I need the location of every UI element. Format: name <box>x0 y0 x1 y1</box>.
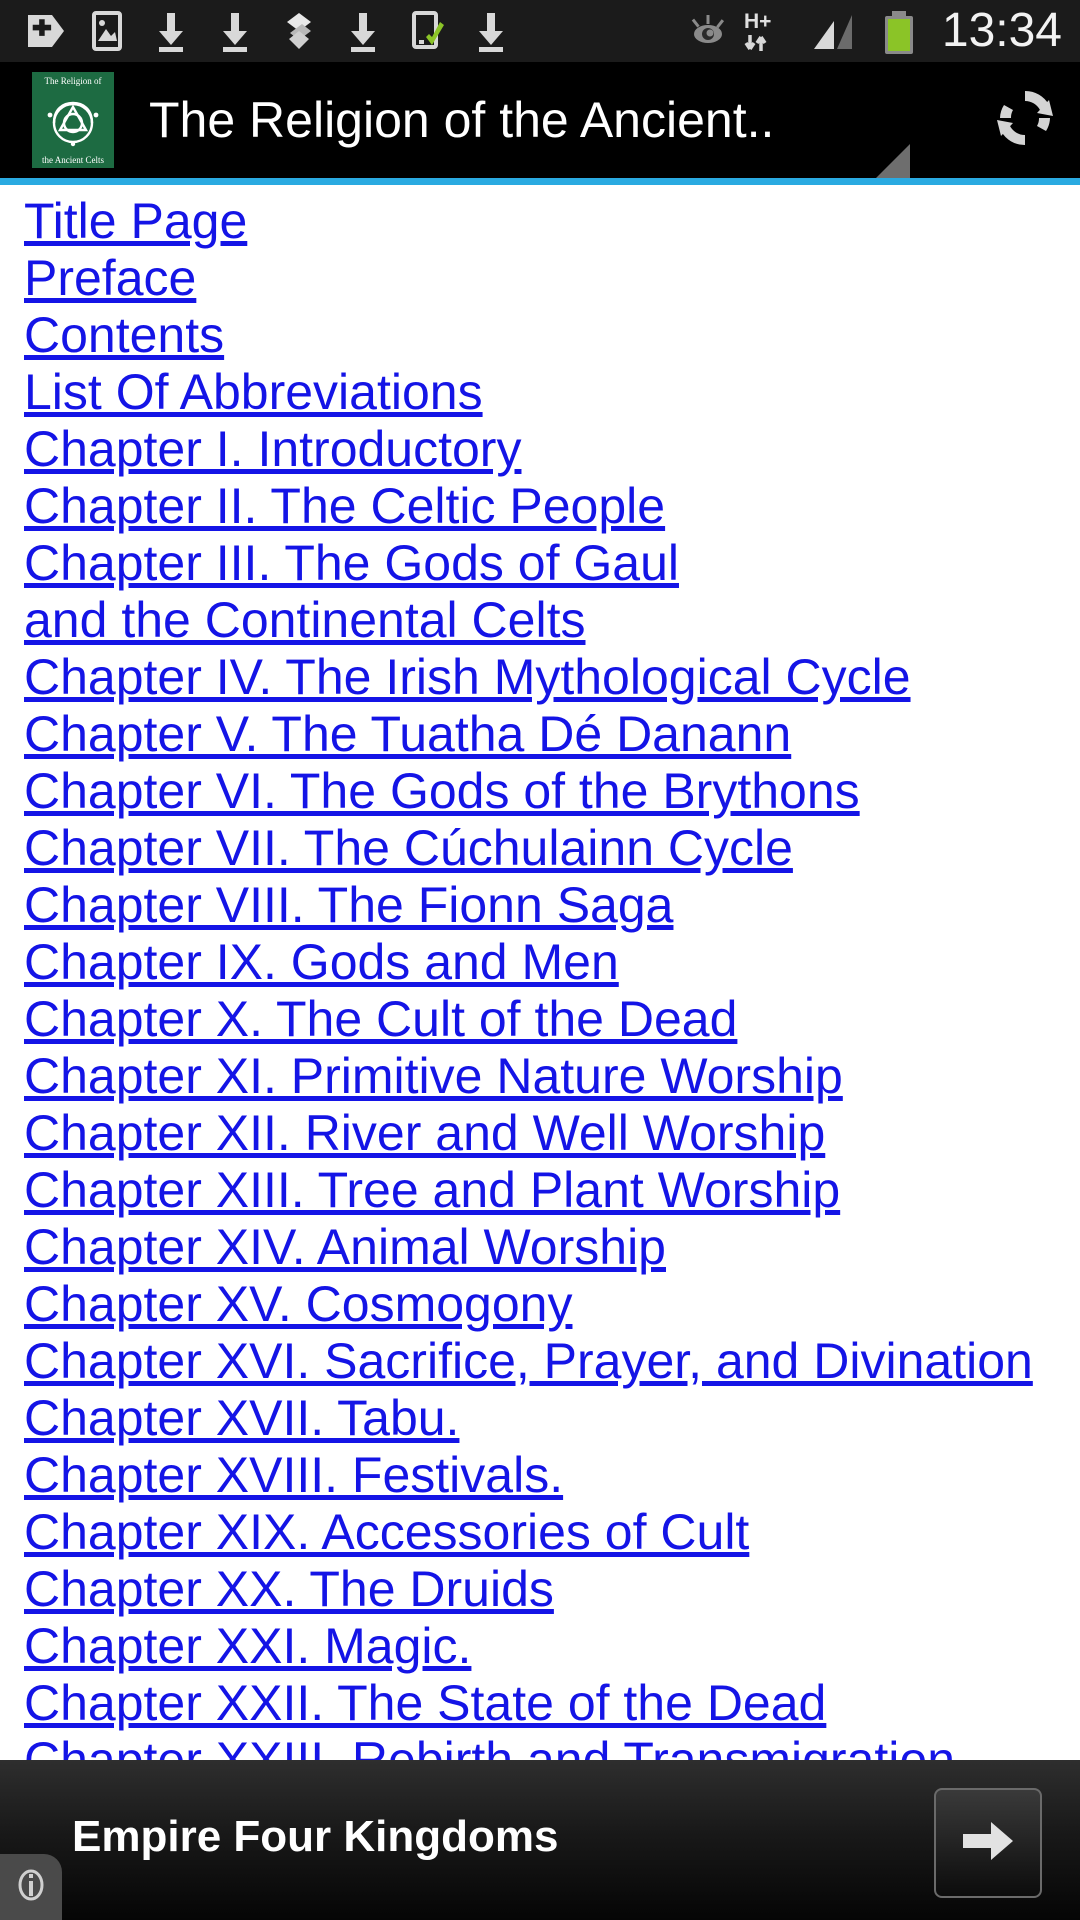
list-item[interactable]: Contents <box>24 307 1080 364</box>
status-bar-clock: 13:34 <box>941 4 1062 57</box>
eye-icon <box>684 9 726 53</box>
page-title: The Religion of the Ancient.. <box>149 92 775 148</box>
corner-resize-triangle-icon[interactable] <box>876 144 910 178</box>
ad-banner[interactable]: Empire Four Kingdoms <box>0 1760 1080 1920</box>
list-item[interactable]: Chapter XVIII. Festivals. <box>24 1447 1080 1504</box>
svg-text:H+: H+ <box>744 10 771 33</box>
refresh-icon <box>988 81 1062 160</box>
dropbox-icon <box>278 9 320 53</box>
download-icon <box>150 9 192 53</box>
book-cover-top-text: The Religion of <box>44 76 102 86</box>
list-item[interactable]: Chapter XVII. Tabu. <box>24 1390 1080 1447</box>
list-item[interactable]: Chapter VII. The Cúchulainn Cycle <box>24 820 1080 877</box>
info-icon <box>12 1866 50 1909</box>
table-of-contents-list[interactable]: Title Page Preface Contents List Of Abbr… <box>0 185 1080 1760</box>
list-item[interactable]: Chapter IV. The Irish Mythological Cycle <box>24 649 1080 706</box>
android-status-bar[interactable]: H+ 13:34 <box>0 0 1080 62</box>
list-item[interactable]: Chapter X. The Cult of the Dead <box>24 991 1080 1048</box>
gallery-image-icon <box>86 9 128 53</box>
app-title-bar: The Religion of the Ancient Celts The Re… <box>0 62 1080 178</box>
refresh-button[interactable] <box>970 62 1080 178</box>
list-item[interactable]: Chapter XX. The Druids <box>24 1561 1080 1618</box>
list-item[interactable]: Chapter XI. Primitive Nature Worship <box>24 1048 1080 1105</box>
list-item[interactable]: Chapter XIV. Animal Worship <box>24 1219 1080 1276</box>
list-item[interactable]: Chapter VI. The Gods of the Brythons <box>24 763 1080 820</box>
list-item[interactable]: Title Page <box>24 193 1080 250</box>
list-item[interactable]: Chapter XXII. The State of the Dead <box>24 1675 1080 1732</box>
list-item[interactable]: Chapter XIII. Tree and Plant Worship <box>24 1162 1080 1219</box>
list-item[interactable]: Chapter I. Introductory <box>24 421 1080 478</box>
status-notification-icons <box>22 9 512 53</box>
list-item[interactable]: Chapter VIII. The Fionn Saga <box>24 877 1080 934</box>
list-item[interactable]: Chapter XVI. Sacrifice, Prayer, and Divi… <box>24 1333 1080 1390</box>
ad-title: Empire Four Kingdoms <box>72 1812 559 1861</box>
list-item[interactable]: Chapter XV. Cosmogony <box>24 1276 1080 1333</box>
hplus-data-icon: H+ <box>740 9 794 53</box>
list-item[interactable]: Chapter III. The Gods of Gaul and the Co… <box>24 535 1080 649</box>
signal-bars-icon <box>808 9 864 53</box>
list-item[interactable]: Chapter XII. River and Well Worship <box>24 1105 1080 1162</box>
celtic-knot-icon <box>41 86 105 155</box>
list-item[interactable]: Chapter II. The Celtic People <box>24 478 1080 535</box>
list-item[interactable]: Chapter IX. Gods and Men <box>24 934 1080 991</box>
arrow-right-icon <box>957 1810 1019 1877</box>
accent-separator-line <box>0 178 1080 185</box>
list-item[interactable]: Chapter XXIII. Rebirth and Transmigratio… <box>24 1732 1080 1760</box>
download-icon <box>470 9 512 53</box>
medical-plus-icon <box>22 9 64 53</box>
phone-check-icon <box>406 9 448 53</box>
ad-info-button[interactable] <box>0 1854 62 1920</box>
battery-icon <box>878 9 920 54</box>
list-item[interactable]: Preface <box>24 250 1080 307</box>
book-cover-bottom-text: the Ancient Celts <box>42 155 104 165</box>
download-icon <box>214 9 256 53</box>
status-system-icons: H+ 13:34 <box>684 7 1066 55</box>
ad-cta-button[interactable] <box>934 1788 1042 1898</box>
list-item[interactable]: Chapter XIX. Accessories of Cult <box>24 1504 1080 1561</box>
list-item[interactable]: List Of Abbreviations <box>24 364 1080 421</box>
list-item[interactable]: Chapter XXI. Magic. <box>24 1618 1080 1675</box>
book-cover-thumbnail[interactable]: The Religion of the Ancient Celts <box>32 72 114 168</box>
list-item[interactable]: Chapter V. The Tuatha Dé Danann <box>24 706 1080 763</box>
download-icon <box>342 9 384 53</box>
